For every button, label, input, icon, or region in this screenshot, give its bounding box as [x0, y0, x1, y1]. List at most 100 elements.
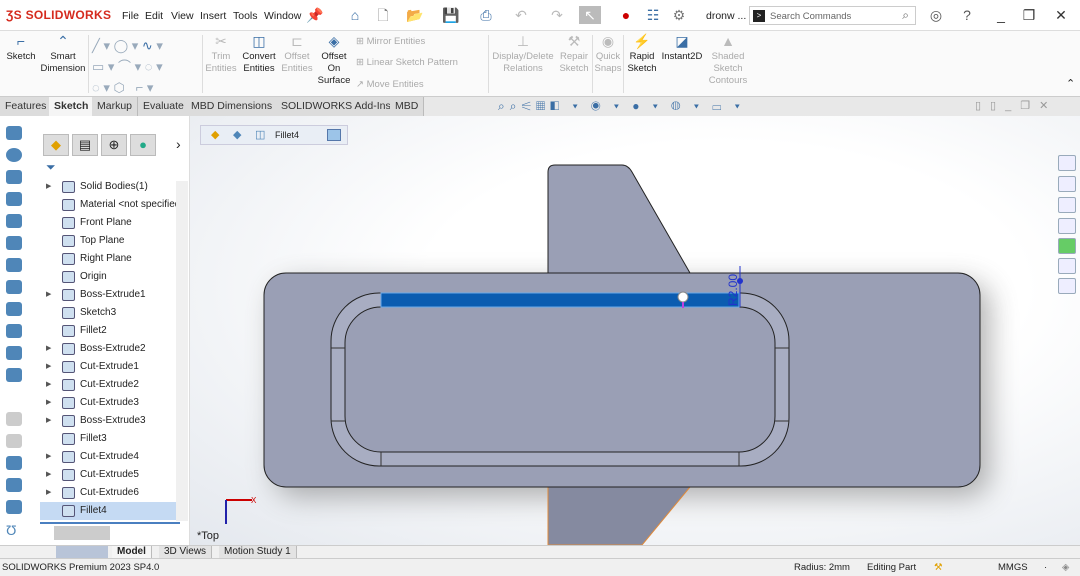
tree-item[interactable]: ▶ Cut-Extrude5 — [40, 466, 178, 484]
tab-sketch[interactable]: Sketch — [49, 97, 95, 116]
swept-boss-icon[interactable] — [6, 170, 22, 184]
expand-arrow-icon[interactable]: ▶ — [46, 466, 51, 484]
help-icon[interactable]: ? — [958, 6, 976, 24]
tab-mbd-dimensions[interactable]: MBD Dimensions — [186, 97, 279, 116]
filter-icon[interactable]: ⏷ — [46, 160, 56, 175]
extruded-cut-icon[interactable] — [6, 192, 22, 206]
menu-tools[interactable]: Tools — [233, 10, 258, 22]
rebuild-traffic-light-icon[interactable]: ● — [617, 6, 635, 24]
sketch-entity-tools[interactable]: ╱ ▾ ◯ ▾ ∿ ▾ ▭ ▾ ⌒ ▾ ◌ ▾ ◌ ▾ ⬡ ⌐ ▾ — [92, 35, 202, 98]
more-tabs-chevron-icon[interactable]: › — [176, 136, 181, 152]
search-icon[interactable]: ⌕ — [902, 8, 909, 23]
save-icon[interactable]: 💾 — [442, 6, 460, 24]
tree-vertical-scrollbar[interactable] — [176, 181, 188, 521]
tree-item[interactable]: ▶ Cut-Extrude1 — [40, 358, 178, 376]
heads-up-view-toolbar[interactable]: ⌕⌕⚟▦◧ ▾ ◉ ▾ ● ▾ ◍ ▾ ▭ ▾ — [498, 99, 745, 114]
tab-mbd[interactable]: MBD — [390, 97, 425, 116]
collapse-ribbon-chevron-up-icon[interactable]: ⌃ — [1066, 77, 1075, 90]
repair-sketch-button[interactable]: ⚒ Repair Sketch — [557, 33, 591, 75]
offset-on-surface-button[interactable]: ◈ Offset On Surface — [316, 33, 352, 87]
expand-arrow-icon[interactable]: ▶ — [46, 484, 51, 502]
instant2d-button[interactable]: ◪ Instant2D — [659, 33, 705, 63]
move-entities-button[interactable]: ↗ Move Entities — [356, 79, 424, 90]
model-view[interactable]: R2.00 X — [190, 116, 1080, 545]
linear-sketch-pattern-button[interactable]: ⊞ Linear Sketch Pattern — [356, 57, 458, 68]
print-icon[interactable]: ⎙ — [477, 6, 495, 24]
tab-model[interactable]: Model — [112, 546, 152, 558]
offset-entities-button[interactable]: ⊏ Offset Entities — [280, 33, 314, 75]
menu-view[interactable]: View — [171, 10, 194, 22]
tree-item[interactable]: ▶ Solid Bodies(1) — [40, 178, 178, 196]
expand-arrow-icon[interactable]: ▶ — [46, 340, 51, 358]
spline-icon[interactable]: Ʊ — [6, 522, 22, 538]
expand-arrow-icon[interactable]: ▶ — [46, 376, 51, 394]
appearances-icon[interactable] — [1058, 238, 1076, 254]
wrap-icon[interactable] — [6, 412, 22, 426]
convert-entities-button[interactable]: ◫ Convert Entities — [240, 33, 278, 75]
file-explorer-icon[interactable] — [1058, 197, 1076, 213]
tab-3d-views[interactable]: 3D Views — [159, 546, 213, 558]
new-document-icon[interactable]: 🗋 — [374, 6, 392, 24]
tree-item[interactable]: Origin — [40, 268, 178, 286]
configuration-manager-tab[interactable]: ⊕ — [101, 134, 127, 156]
tree-item[interactable]: ▶ Cut-Extrude6 — [40, 484, 178, 502]
custom-properties-icon[interactable] — [1058, 258, 1076, 274]
tree-item[interactable]: Material <not specified> — [40, 196, 178, 214]
expand-arrow-icon[interactable]: ▶ — [46, 358, 51, 376]
tree-item[interactable]: Front Plane — [40, 214, 178, 232]
tab-solidworks-add-ins[interactable]: SOLIDWORKS Add-Ins — [276, 97, 397, 116]
instant3d-icon[interactable] — [6, 500, 22, 514]
tree-horizontal-scrollbar[interactable] — [54, 526, 110, 540]
design-library-icon[interactable] — [1058, 176, 1076, 192]
radius-dimension[interactable]: R2.00 — [726, 274, 740, 306]
home-icon[interactable]: ⌂ — [346, 6, 364, 24]
undo-icon[interactable]: ↶ — [512, 6, 530, 24]
restore-button[interactable]: ❐ — [1020, 6, 1038, 24]
tab-evaluate[interactable]: Evaluate — [138, 97, 190, 116]
menu-edit[interactable]: Edit — [145, 10, 163, 22]
revolved-cut-icon[interactable] — [6, 214, 22, 228]
trim-entities-button[interactable]: ✂ Trim Entities — [204, 33, 238, 75]
shaded-sketch-contours-button[interactable]: ▲ Shaded Sketch Contours — [705, 33, 751, 87]
tree-item[interactable]: Sketch3 — [40, 304, 178, 322]
menu-file[interactable]: File — [122, 10, 139, 22]
open-icon[interactable]: 📂 — [406, 6, 424, 24]
expand-arrow-icon[interactable]: ▶ — [46, 286, 51, 304]
menu-insert[interactable]: Insert — [200, 10, 226, 22]
tab-features[interactable]: Features — [0, 97, 53, 116]
customize-status-icon[interactable]: ◈ — [1062, 559, 1069, 576]
graphics-viewport[interactable]: ◆ ◆ ◫ Fillet4 R2.00 X *Top — [190, 116, 1080, 545]
account-icon[interactable]: ◎ — [927, 6, 945, 24]
rapid-sketch-button[interactable]: ⚡ Rapid Sketch — [625, 33, 659, 75]
view-palette-icon[interactable] — [1058, 218, 1076, 234]
search-commands-input[interactable]: > Search Commands ⌕ — [749, 6, 916, 25]
display-delete-relations-button[interactable]: ⊥ Display/Delete Relations — [491, 33, 555, 75]
resources-home-icon[interactable] — [1058, 155, 1076, 171]
expand-arrow-icon[interactable]: ▶ — [46, 178, 51, 196]
revolved-boss-icon[interactable] — [6, 148, 22, 162]
select-arrow-icon[interactable]: ↖ — [579, 6, 601, 24]
rollback-bar[interactable] — [40, 522, 180, 524]
options-gear-icon[interactable]: ⚙ — [670, 6, 688, 24]
reference-geometry-icon[interactable] — [6, 456, 22, 470]
tree-item[interactable]: ▶ Boss-Extrude2 — [40, 340, 178, 358]
lofted-icon[interactable] — [6, 258, 22, 272]
display-manager-tab[interactable]: ● — [130, 134, 156, 156]
tree-item[interactable]: Fillet4 — [40, 502, 178, 520]
expand-arrow-icon[interactable]: ▶ — [46, 412, 51, 430]
redo-icon[interactable]: ↷ — [548, 6, 566, 24]
tree-item[interactable]: ▶ Cut-Extrude2 — [40, 376, 178, 394]
menu-window[interactable]: Window — [264, 10, 301, 22]
tree-item[interactable]: ▶ Cut-Extrude4 — [40, 448, 178, 466]
property-manager-tab[interactable]: ▤ — [72, 134, 98, 156]
tree-item[interactable]: ▶ Cut-Extrude3 — [40, 394, 178, 412]
solidworks-logo[interactable]: ƷS SOLIDWORKS — [6, 8, 111, 22]
fillet-icon[interactable] — [6, 280, 22, 294]
rebuild-status-icon[interactable]: ⚒ — [934, 559, 943, 576]
units-dropdown-icon[interactable]: · — [1044, 559, 1047, 576]
viewport-window-controls[interactable]: ▯▯_❐✕ — [975, 99, 1057, 112]
expand-arrow-icon[interactable]: ▶ — [46, 448, 51, 466]
shell-icon[interactable] — [6, 324, 22, 338]
intersect-icon[interactable] — [6, 434, 22, 448]
forum-icon[interactable] — [1058, 278, 1076, 294]
